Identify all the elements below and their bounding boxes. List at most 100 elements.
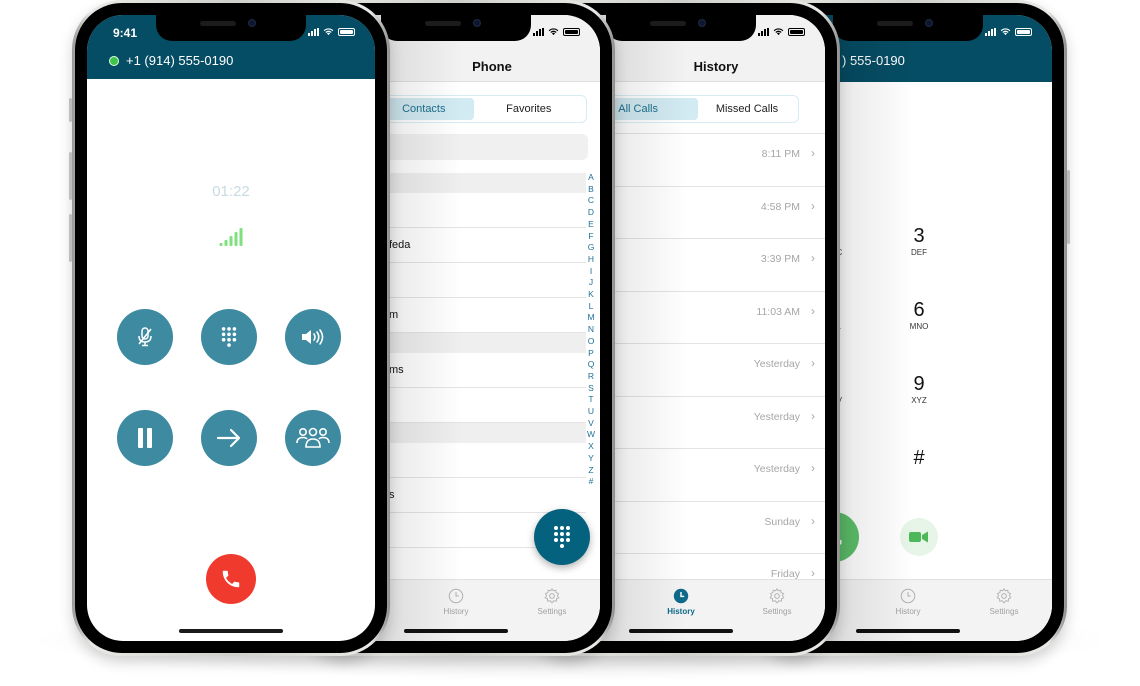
clock-icon — [900, 588, 916, 604]
home-indicator — [629, 629, 733, 633]
keypad-button[interactable]: Keypad — [201, 309, 257, 388]
tab-settings[interactable]: Settings — [729, 580, 825, 641]
alpha-index-letter[interactable]: L — [589, 301, 594, 313]
call-time: Sunday — [764, 515, 800, 528]
line-number: ) 555-0190 — [842, 53, 905, 68]
button-label: Hold — [133, 478, 157, 489]
contact-name: ms — [389, 364, 404, 376]
alpha-index-letter[interactable]: C — [588, 195, 594, 207]
alpha-index-letter[interactable]: W — [587, 429, 595, 441]
call-time: Yesterday — [753, 463, 800, 475]
alpha-index-letter[interactable]: X — [588, 441, 594, 453]
tab-settings[interactable]: Settings — [504, 580, 600, 641]
key-hash[interactable]: # — [889, 447, 949, 497]
call-controls: Mute Keypad Speaker Hold Transfer Confer… — [117, 309, 349, 489]
clock-icon — [673, 588, 689, 604]
end-call-button[interactable] — [206, 554, 256, 604]
key-letters: XYZ — [911, 396, 927, 405]
group-icon — [296, 427, 330, 448]
alpha-index-letter[interactable]: Y — [588, 453, 594, 465]
chevron-right-icon: › — [811, 303, 815, 318]
alpha-index-letter[interactable]: P — [588, 348, 594, 360]
alpha-index-letter[interactable]: O — [588, 336, 595, 348]
chevron-right-icon: › — [811, 146, 815, 160]
conference-button[interactable]: Conference — [285, 410, 341, 489]
battery-icon — [563, 27, 580, 36]
alphabet-index[interactable]: A B C D E F G H I J K L M N O P Q R S T U V W X Y Z # — [586, 172, 596, 488]
line-number: +1 (914) 555-0190 — [126, 53, 234, 68]
alpha-index-letter[interactable]: V — [588, 418, 594, 430]
segment-favorites[interactable]: Favorites — [474, 98, 585, 120]
home-indicator — [856, 629, 960, 633]
button-label: Speaker — [293, 377, 333, 388]
wifi-icon — [773, 28, 784, 36]
dialpad-fab-button[interactable] — [534, 509, 590, 565]
mute-button[interactable]: Mute — [117, 309, 173, 388]
chevron-right-icon: › — [811, 566, 815, 580]
call-time: Yesterday — [753, 358, 800, 370]
battery-icon — [1015, 27, 1032, 36]
call-time: Yesterday — [753, 410, 800, 423]
phone-hangup-icon — [222, 570, 240, 588]
speaker-icon — [302, 329, 324, 345]
alpha-index-letter[interactable]: Q — [588, 359, 595, 371]
key-6[interactable]: 6 MNO — [889, 299, 949, 349]
home-indicator — [404, 629, 508, 633]
button-label: Keypad — [210, 377, 248, 388]
wifi-icon — [1000, 28, 1011, 36]
chevron-right-icon: › — [811, 513, 815, 528]
keypad-icon — [221, 327, 237, 347]
chevron-right-icon: › — [811, 198, 815, 213]
key-3[interactable]: 3 DEF — [889, 225, 949, 275]
alpha-index-letter[interactable]: U — [588, 406, 594, 418]
page-title: History — [693, 59, 739, 74]
hold-button[interactable]: Hold — [117, 410, 173, 489]
call-time: 4:58 PM — [760, 200, 800, 213]
tab-label: Settings — [537, 607, 567, 616]
microphone-muted-icon — [138, 327, 152, 347]
alpha-index-letter[interactable]: I — [590, 266, 592, 278]
call-time: 11:03 AM — [756, 305, 800, 318]
alpha-index-letter[interactable]: G — [588, 242, 595, 254]
cellular-signal-icon — [308, 27, 319, 36]
button-label: Conference — [285, 478, 341, 489]
alpha-index-letter[interactable]: R — [588, 371, 594, 383]
chevron-right-icon: › — [811, 461, 815, 475]
contact-name: m — [389, 309, 399, 321]
alpha-index-letter[interactable]: N — [588, 324, 594, 336]
key-letters: DEF — [911, 248, 927, 257]
chevron-right-icon: › — [811, 356, 815, 370]
power-button — [1067, 170, 1070, 244]
active-line: +1 (914) 555-0190 — [109, 53, 233, 68]
battery-icon — [788, 27, 805, 36]
alpha-index-letter[interactable]: M — [587, 312, 594, 324]
chevron-right-icon: › — [811, 251, 815, 265]
alpha-index-letter[interactable]: S — [588, 383, 594, 395]
transfer-button[interactable]: Transfer — [201, 410, 257, 489]
speaker-button[interactable]: Speaker — [285, 309, 341, 388]
in-call-screen: +1 (914) 555-0190 9:41 Customer 01:22 Mu… — [87, 15, 375, 641]
alpha-index-letter[interactable]: F — [588, 231, 593, 243]
segment-missed-calls[interactable]: Missed Calls — [698, 98, 796, 120]
tab-label: Settings — [989, 607, 1019, 616]
alpha-index-letter[interactable]: H — [588, 254, 594, 266]
alpha-index-letter[interactable]: E — [588, 219, 594, 231]
gear-icon — [769, 587, 785, 604]
tab-label: History — [895, 607, 921, 616]
tab-settings[interactable]: Settings — [956, 580, 1052, 641]
notch — [381, 15, 531, 41]
battery-icon — [338, 27, 355, 36]
alpha-index-letter[interactable]: A — [588, 172, 594, 184]
video-call-button[interactable] — [900, 518, 938, 556]
tab-label: Settings — [762, 607, 792, 616]
alpha-index-letter[interactable]: T — [588, 394, 593, 406]
alpha-index-letter[interactable]: # — [589, 476, 594, 488]
alpha-index-letter[interactable]: B — [588, 184, 594, 196]
alpha-index-letter[interactable]: K — [588, 289, 594, 301]
alpha-index-letter[interactable]: D — [588, 207, 594, 219]
cellular-signal-icon — [985, 27, 996, 36]
alpha-index-letter[interactable]: Z — [588, 465, 593, 477]
key-9[interactable]: 9 XYZ — [889, 373, 949, 423]
alpha-index-letter[interactable]: J — [589, 277, 593, 289]
caller-name: Customer — [171, 127, 291, 157]
